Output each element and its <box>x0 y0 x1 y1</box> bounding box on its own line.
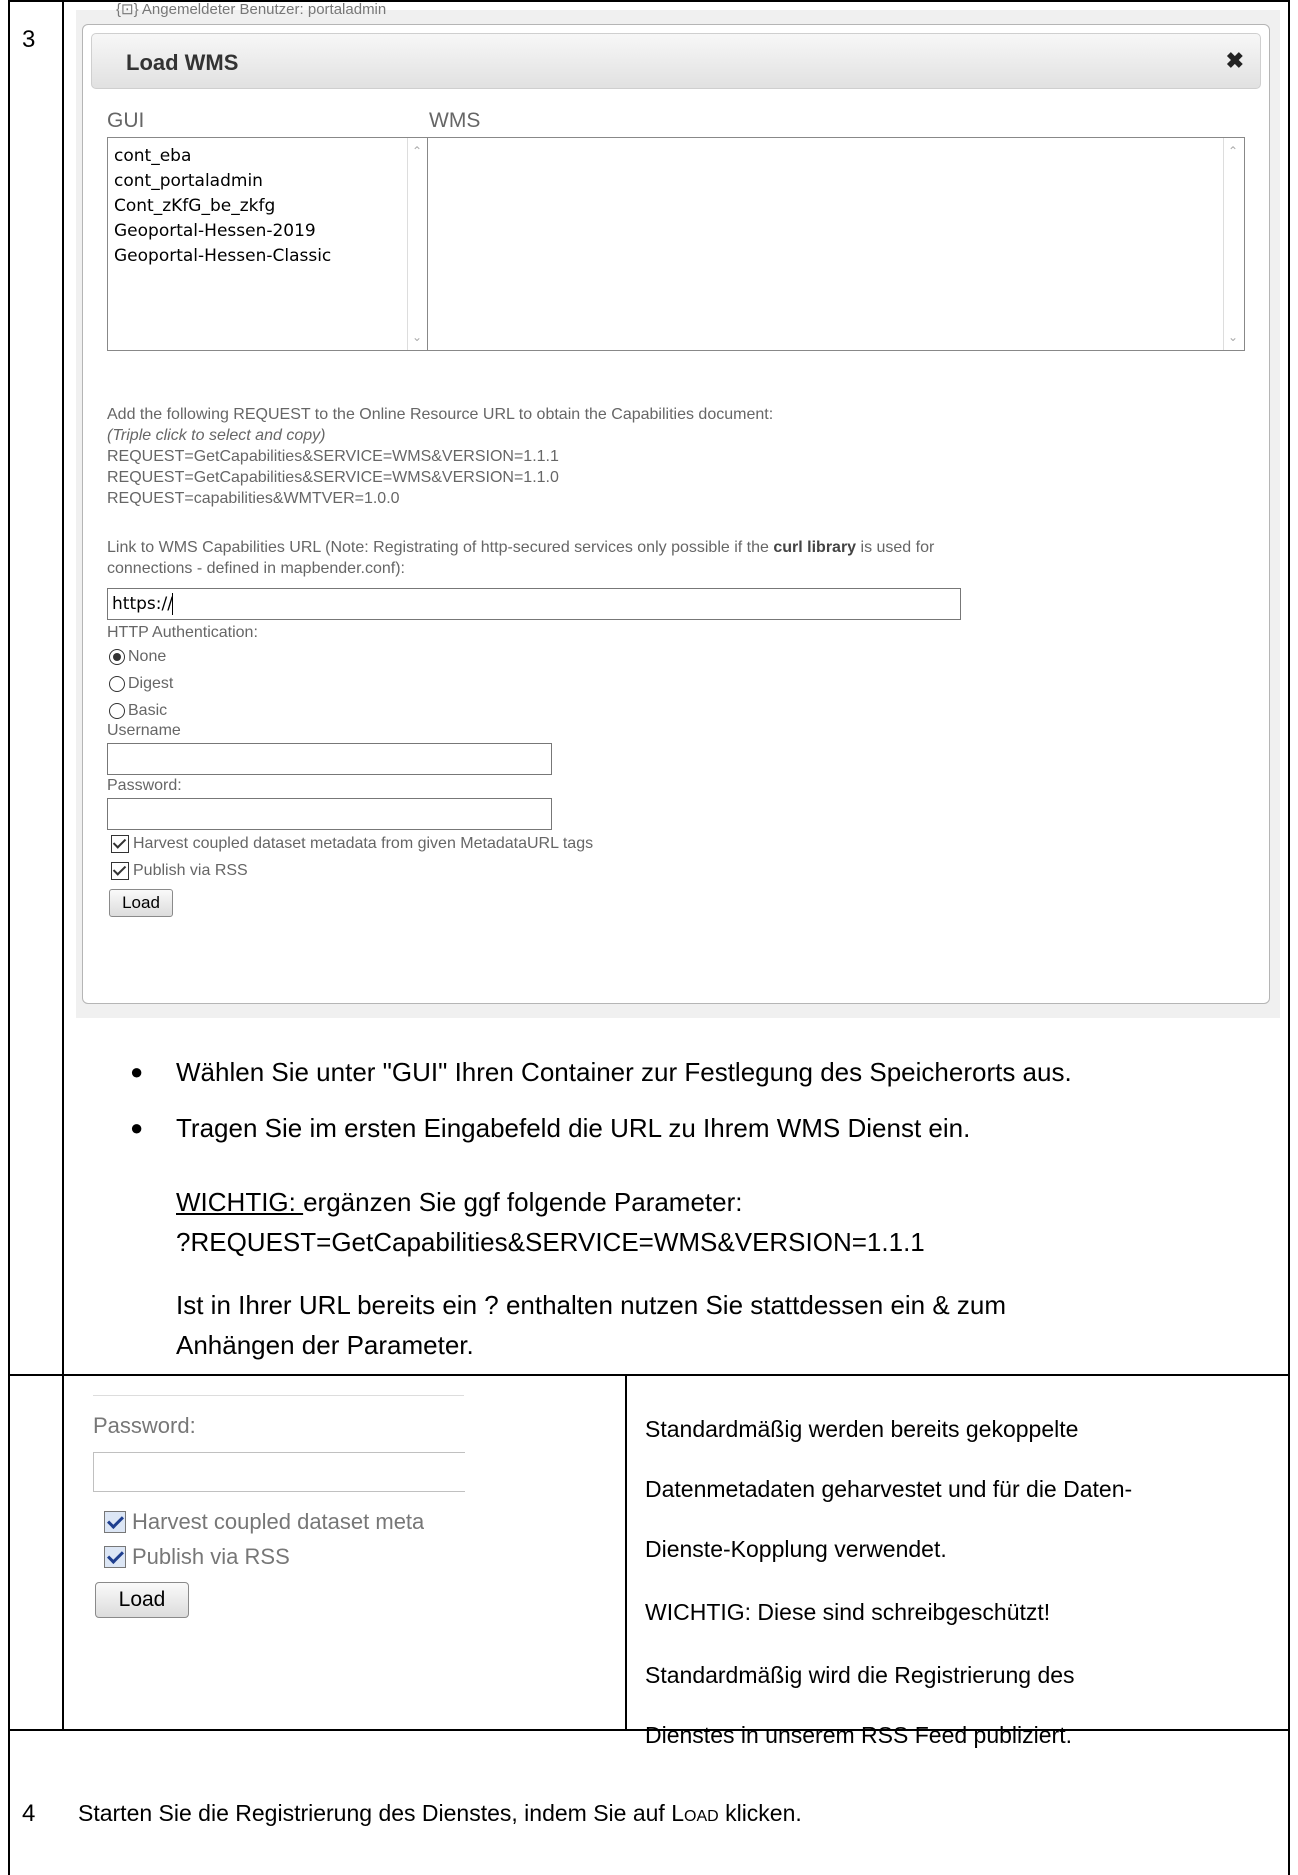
step-number: 3 <box>22 26 36 53</box>
crop-load-button[interactable]: Load <box>95 1582 189 1618</box>
list-item[interactable]: cont_portaladmin <box>108 169 428 194</box>
detail-text-line: Standardmäßig werden bereits gekoppelte <box>645 1416 1079 1442</box>
checkbox-checked-icon[interactable] <box>104 1546 126 1568</box>
bullet-item: ● Tragen Sie im ersten Eingabefeld die U… <box>130 1110 970 1146</box>
wms-scrollbar[interactable]: ⌃ ⌄ <box>1223 138 1244 350</box>
link-note-text: is used for <box>856 539 935 556</box>
auth-option-basic[interactable]: Basic <box>109 702 167 720</box>
checkbox-checked-icon[interactable] <box>111 862 129 880</box>
auth-label: HTTP Authentication: <box>107 624 258 641</box>
table-right-border <box>1288 0 1290 1875</box>
background-user-text: {⊡} Angemeldeter Benutzer: portaladmin <box>116 1 387 18</box>
radio-label: None <box>128 648 167 665</box>
chevron-down-icon[interactable]: ⌄ <box>1228 330 1238 344</box>
bullet-item: ● Wählen Sie unter "GUI" Ihren Container… <box>130 1054 1072 1090</box>
chevron-up-icon[interactable]: ⌃ <box>412 144 422 158</box>
detail-text-line: Standardmäßig wird die Registrierung des <box>645 1662 1075 1688</box>
request-hint: (Triple click to select and copy) <box>107 427 326 444</box>
crop-password-label: Password: <box>93 1413 196 1438</box>
dialog-header: Load WMS ✖ <box>91 33 1261 89</box>
crop-rss-label: Publish via RSS <box>132 1544 290 1569</box>
dialog-title: Load WMS <box>126 50 239 75</box>
gui-scrollbar[interactable]: ⌃ ⌄ <box>407 138 428 350</box>
username-input[interactable] <box>107 743 552 775</box>
bullet-icon: ● <box>130 1115 144 1140</box>
close-icon[interactable]: ✖ <box>1226 48 1244 74</box>
username-label: Username <box>107 722 181 739</box>
gui-listbox[interactable]: cont_eba cont_portaladmin Cont_zKfG_be_z… <box>107 137 429 351</box>
bullet-icon: ● <box>130 1059 144 1084</box>
crop-harvest-row[interactable]: Harvest coupled dataset meta <box>104 1509 424 1535</box>
radio-selected-icon[interactable] <box>109 649 125 665</box>
table-inner-divider <box>625 1374 627 1729</box>
step4-text-post: klicken. <box>718 1800 802 1826</box>
request-intro: Add the following REQUEST to the Online … <box>107 406 774 423</box>
link-note-bold: curl library <box>773 539 857 556</box>
text-cursor <box>172 593 173 615</box>
link-note: Link to WMS Capabilities URL (Note: Regi… <box>107 537 934 559</box>
wms-column-header: WMS <box>429 109 481 132</box>
table-row-divider <box>8 1374 1290 1376</box>
list-item[interactable]: cont_eba <box>108 144 428 169</box>
password-label: Password: <box>107 777 182 794</box>
detail-text-line: WICHTIG: Diese sind schreibgeschützt! <box>645 1599 1051 1625</box>
capabilities-url-input[interactable]: https:// <box>107 588 961 620</box>
chevron-down-icon[interactable]: ⌄ <box>412 330 422 344</box>
url-note: Ist in Ihrer URL bereits ein ? enthalten… <box>176 1290 1007 1320</box>
step4-text-pre: Starten Sie die Registrierung des Dienst… <box>78 1800 672 1826</box>
harvest-label: Harvest coupled dataset metadata from gi… <box>133 835 594 852</box>
auth-option-digest[interactable]: Digest <box>109 675 173 693</box>
step-number: 4 <box>22 1800 36 1827</box>
radio-label: Digest <box>128 675 174 692</box>
radio-icon[interactable] <box>109 676 125 692</box>
link-note-text: Link to WMS Capabilities URL (Note: Regi… <box>107 539 774 556</box>
password-input[interactable] <box>107 798 552 830</box>
request-line[interactable]: REQUEST=capabilities&WMTVER=1.0.0 <box>107 488 400 510</box>
radio-icon[interactable] <box>109 703 125 719</box>
request-line[interactable]: REQUEST=GetCapabilities&SERVICE=WMS&VERS… <box>107 446 559 468</box>
important-note: WICHTIG: ergänzen Sie ggf folgende Param… <box>176 1182 743 1222</box>
table-column-divider <box>62 0 64 1729</box>
load-wms-dialog: Load WMS ✖ GUI WMS cont_eba cont_portala… <box>82 24 1270 1004</box>
request-line[interactable]: REQUEST=GetCapabilities&SERVICE=WMS&VERS… <box>107 467 559 489</box>
table-left-border <box>8 0 10 1875</box>
link-note-line2: connections - defined in mapbender.conf)… <box>107 560 405 577</box>
rss-label: Publish via RSS <box>133 862 248 879</box>
crop-top-line <box>93 1395 464 1396</box>
list-item[interactable]: Geoportal-Hessen-2019 <box>108 219 428 244</box>
crop-rss-row[interactable]: Publish via RSS <box>104 1544 290 1570</box>
list-item[interactable]: Geoportal-Hessen-Classic <box>108 244 428 269</box>
wms-listbox[interactable]: ⌃ ⌄ <box>427 137 1245 351</box>
rss-checkbox-row[interactable]: Publish via RSS <box>111 862 248 880</box>
auth-option-none[interactable]: None <box>109 648 166 666</box>
checkbox-checked-icon[interactable] <box>111 835 129 853</box>
bullet-text: Wählen Sie unter "GUI" Ihren Container z… <box>176 1057 1072 1087</box>
gui-column-header: GUI <box>107 109 145 132</box>
bullet-text: Tragen Sie im ersten Eingabefeld die URL… <box>176 1113 971 1143</box>
crop-password-input[interactable] <box>93 1452 465 1492</box>
crop-harvest-label: Harvest coupled dataset meta <box>132 1509 425 1534</box>
list-item[interactable]: Cont_zKfG_be_zkfg <box>108 194 428 219</box>
url-value: https:// <box>112 594 173 614</box>
harvest-checkbox-row[interactable]: Harvest coupled dataset metadata from gi… <box>111 835 593 853</box>
step4-load-word: Load <box>671 1800 719 1826</box>
detail-text-line: Dienste-Kopplung verwendet. <box>645 1536 947 1562</box>
checkbox-checked-icon[interactable] <box>104 1511 126 1533</box>
detail-text-line: Dienstes in unserem RSS Feed publiziert. <box>645 1722 1072 1748</box>
parameter-line: ?REQUEST=GetCapabilities&SERVICE=WMS&VER… <box>176 1227 925 1257</box>
load-button[interactable]: Load <box>109 889 173 917</box>
important-label: WICHTIG: <box>176 1187 304 1217</box>
chevron-up-icon[interactable]: ⌃ <box>1228 144 1238 158</box>
detail-text-line: Datenmetadaten geharvestet und für die D… <box>645 1476 1133 1502</box>
important-text: ergänzen Sie ggf folgende Parameter: <box>303 1187 743 1217</box>
radio-label: Basic <box>128 702 168 719</box>
url-note: Anhängen der Parameter. <box>176 1330 474 1360</box>
step4-text: Starten Sie die Registrierung des Dienst… <box>78 1800 802 1827</box>
